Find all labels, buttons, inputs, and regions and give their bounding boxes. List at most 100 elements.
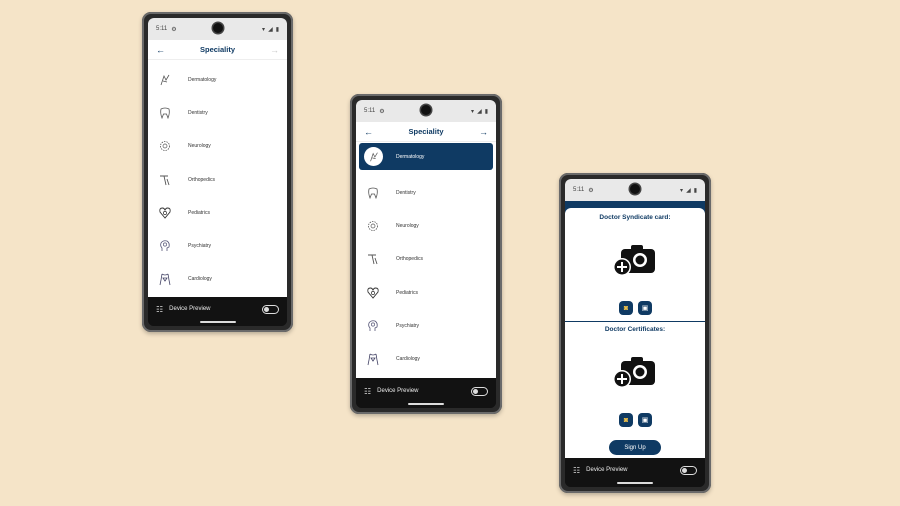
page-title: Speciality [199,45,236,54]
camera-icon: ◙ [623,416,629,424]
tooth-icon [365,185,381,201]
head-icon [157,238,173,254]
device-preview-toggle[interactable] [471,386,488,396]
screen: 5:11 ⚙ ▾ ◢ ▮ ← Speciality → Dermatology [148,18,287,326]
certificates-upload-buttons: ◙ ▣ [619,413,652,427]
front-camera [421,105,431,115]
certificates-title: Doctor Certificates: [604,326,666,333]
list-item-label: Cardiology [396,356,420,363]
home-indicator[interactable] [617,482,653,484]
top-bar: ← Speciality → [148,40,287,60]
upload-card: Doctor Syndicate card: ◙ ▣ Doctor Certif… [565,208,705,458]
phone-right: 5:11 ⚙ ▾ ◢ ▮ Doctor Syndicate card: ◙ ▣ … [559,173,711,493]
gallery-button[interactable]: ▣ [638,301,652,315]
tune-icon: ☷ [573,465,581,475]
skin-icon [157,72,173,88]
device-preview-label: Device Preview [586,467,628,473]
camera-button[interactable]: ◙ [619,301,633,315]
list-item-pediatrics[interactable]: Pediatrics [356,276,496,309]
list-item-label: Psychiatry [188,243,212,250]
list-item-label: Cardiology [188,276,212,283]
status-time: 5:11 [573,187,585,193]
syndicate-upload-buttons: ◙ ▣ [619,301,652,315]
heart-body-icon [365,351,381,367]
signal-icon: ◢ [268,26,273,33]
battery-icon: ▮ [484,108,488,115]
screen: 5:11 ⚙ ▾ ◢ ▮ Doctor Syndicate card: ◙ ▣ … [565,179,705,487]
back-arrow-icon[interactable]: ← [364,127,373,137]
list-item-label: Dentistry [396,189,416,196]
list-item-label: Dermatology [396,153,425,160]
list-item-label: Pediatrics [188,209,210,216]
list-item-dentistry[interactable]: Dentistry [356,176,496,209]
phone-left: 5:11 ⚙ ▾ ◢ ▮ ← Speciality → Dermatology [142,12,293,332]
tune-icon: ☷ [364,386,372,396]
device-preview-toggle[interactable] [680,465,697,475]
list-item-psychiatry[interactable]: Psychiatry [148,229,287,262]
signal-icon: ◢ [686,187,691,194]
list-item-cardiology[interactable]: Cardiology [148,263,287,296]
add-photo-icon[interactable] [613,243,657,282]
home-indicator[interactable] [408,403,444,405]
camera-icon: ◙ [623,304,629,312]
battery-icon: ▮ [693,187,697,194]
syndicate-card-title: Doctor Syndicate card: [599,214,671,221]
top-bar: ← Speciality → [356,122,496,142]
home-indicator[interactable] [199,321,236,323]
back-arrow-icon[interactable]: ← [156,45,165,55]
list-item-pediatrics[interactable]: Pediatrics [148,196,287,229]
list-item-label: Pediatrics [396,289,418,296]
list-item-dermatology[interactable]: Dermatology [359,143,493,170]
bone-icon [365,251,381,267]
gallery-button[interactable]: ▣ [638,413,652,427]
device-preview-toggle[interactable] [262,304,279,314]
sign-up-button[interactable]: Sign Up [609,440,661,455]
list-item-neurology[interactable]: Neurology [148,130,287,163]
list-item-dermatology[interactable]: Dermatology [148,63,287,96]
page-title: Speciality [408,127,444,136]
phone-middle: 5:11 ⚙ ▾ ◢ ▮ ← Speciality → Dermatology [350,94,502,414]
section-divider [565,321,705,322]
speciality-list: Dermatology Dentistry Neurology Orthoped… [148,60,287,296]
list-item-label: Orthopedics [396,256,423,263]
settings-icon: ⚙ [379,108,385,115]
tooth-icon [157,105,173,121]
list-item-psychiatry[interactable]: Psychiatry [356,309,496,342]
list-item-orthopedics[interactable]: Orthopedics [356,243,496,276]
list-item-neurology[interactable]: Neurology [356,209,496,242]
list-item-orthopedics[interactable]: Orthopedics [148,163,287,196]
baby-heart-icon [157,205,173,221]
device-preview-bar: ☷ Device Preview [565,458,705,487]
list-item-label: Dermatology [188,76,217,83]
bone-icon [157,172,173,188]
brain-icon [365,218,381,234]
add-photo-icon[interactable] [613,355,657,394]
list-item-cardiology[interactable]: Cardiology [356,342,496,375]
list-item-label: Dentistry [188,109,208,116]
brain-icon [157,138,173,154]
list-item-label: Orthopedics [188,176,215,183]
battery-icon: ▮ [275,26,279,33]
settings-icon: ⚙ [588,187,594,194]
screen: 5:11 ⚙ ▾ ◢ ▮ ← Speciality → Dermatology [356,100,496,408]
heart-body-icon [157,271,173,287]
device-preview-bar: ☷ Device Preview [148,297,287,326]
gallery-icon: ▣ [641,305,649,312]
forward-arrow-icon[interactable]: → [479,127,488,137]
wifi-icon: ▾ [471,108,475,115]
signal-icon: ◢ [477,108,482,115]
status-time: 5:11 [364,108,376,114]
device-preview-label: Device Preview [169,306,211,312]
forward-arrow-icon[interactable]: → [270,45,279,55]
speciality-page: ← Speciality → Dermatology Dentistry Neu… [148,40,287,297]
list-item-label: Neurology [396,222,419,229]
gallery-icon: ▣ [641,417,649,424]
settings-icon: ⚙ [171,26,177,33]
device-preview-label: Device Preview [377,388,419,394]
speciality-list: Dermatology Dentistry Neurology Orthoped… [356,142,496,376]
camera-button[interactable]: ◙ [619,413,633,427]
head-icon [365,318,381,334]
list-item-dentistry[interactable]: Dentistry [148,96,287,129]
list-item-label: Psychiatry [396,322,420,329]
front-camera [630,184,640,194]
